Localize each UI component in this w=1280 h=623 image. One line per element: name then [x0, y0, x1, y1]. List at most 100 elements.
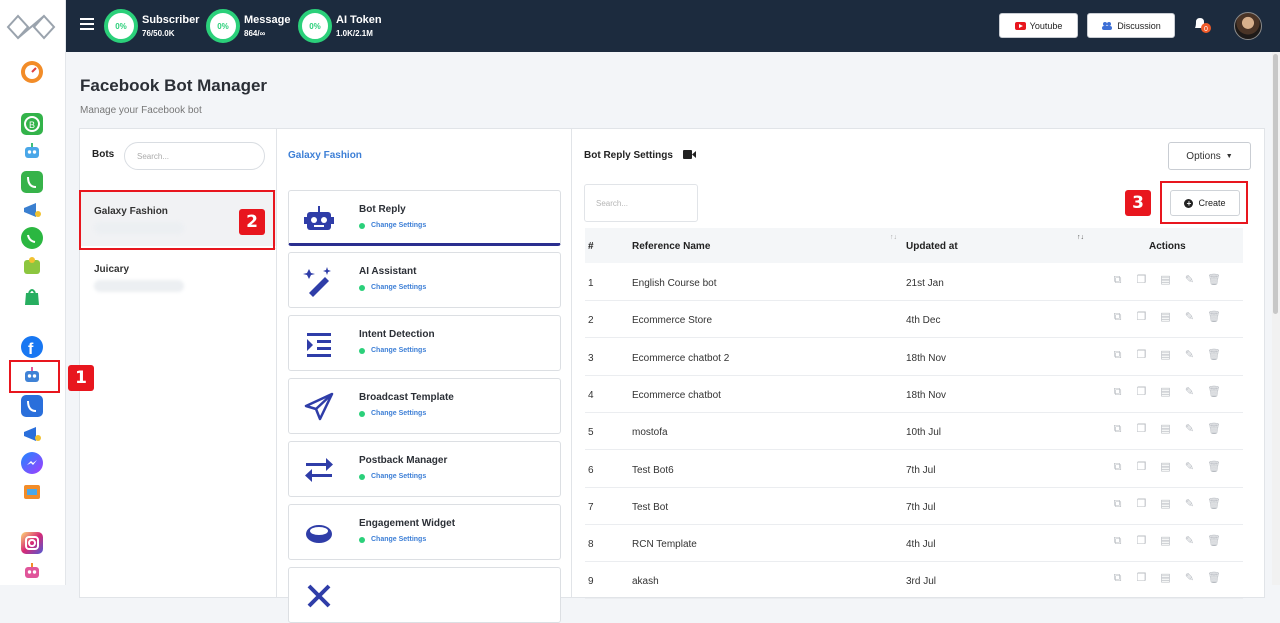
- facebook-broadcast-icon[interactable]: [21, 423, 43, 445]
- notification-bell-icon[interactable]: 0: [1192, 15, 1211, 35]
- edit-icon[interactable]: ✎: [1183, 423, 1196, 436]
- view-icon[interactable]: ⧉: [1111, 423, 1124, 436]
- facebook-icon[interactable]: f: [21, 336, 43, 358]
- change-settings-link[interactable]: Change Settings: [359, 222, 426, 229]
- copy-icon[interactable]: ❐: [1135, 274, 1148, 287]
- edit-icon[interactable]: ✎: [1183, 274, 1196, 287]
- change-settings-link[interactable]: Change Settings: [359, 284, 426, 291]
- edit-icon[interactable]: ✎: [1183, 535, 1196, 548]
- table-search-input[interactable]: Search...: [584, 184, 698, 222]
- whatsapp-business-icon[interactable]: B: [21, 113, 43, 135]
- top-bar: 0% Subscriber 76/50.0K 0% Message 864/∞ …: [66, 0, 1280, 52]
- edit-icon[interactable]: ✎: [1183, 311, 1196, 324]
- row-actions: ⧉ ❐ ▤ ✎ 🗑: [1111, 572, 1221, 585]
- page-title: Facebook Bot Manager: [80, 76, 268, 95]
- delete-icon[interactable]: 🗑: [1207, 311, 1221, 324]
- menu-toggle-icon[interactable]: [80, 18, 94, 30]
- feature-intent-detection[interactable]: Intent Detection Change Settings: [288, 315, 561, 371]
- change-settings-link[interactable]: Change Settings: [359, 347, 426, 354]
- copy-icon[interactable]: ❐: [1135, 535, 1148, 548]
- view-icon[interactable]: ⧉: [1111, 349, 1124, 362]
- youtube-button[interactable]: Youtube: [999, 13, 1078, 38]
- copy-icon[interactable]: ❐: [1135, 311, 1148, 324]
- discussion-button[interactable]: Discussion: [1087, 13, 1175, 38]
- comment-automation-icon[interactable]: [21, 481, 43, 503]
- view-icon[interactable]: ⧉: [1111, 535, 1124, 548]
- megaphone-icon[interactable]: [21, 199, 43, 221]
- view-icon[interactable]: ⧉: [1111, 386, 1124, 399]
- change-settings-link[interactable]: Change Settings: [359, 410, 426, 417]
- delete-icon[interactable]: 🗑: [1207, 386, 1221, 399]
- bot-icon[interactable]: [21, 141, 43, 163]
- table-search-placeholder: Search...: [596, 198, 629, 208]
- edit-icon[interactable]: ✎: [1183, 572, 1196, 585]
- dashboard-gauge-icon[interactable]: [21, 61, 43, 83]
- copy-icon[interactable]: ❐: [1135, 349, 1148, 362]
- feature-ai-assistant[interactable]: AI Assistant Change Settings: [288, 252, 561, 308]
- export-icon[interactable]: ▤: [1159, 349, 1172, 362]
- edit-icon[interactable]: ✎: [1183, 349, 1196, 362]
- view-icon[interactable]: ⧉: [1111, 461, 1124, 474]
- view-icon[interactable]: ⧉: [1111, 274, 1124, 287]
- feature-next[interactable]: [288, 567, 561, 623]
- copy-icon[interactable]: ❐: [1135, 461, 1148, 474]
- copy-icon[interactable]: ❐: [1135, 572, 1148, 585]
- shopping-bag-icon[interactable]: [21, 285, 43, 307]
- puzzle-icon[interactable]: [21, 255, 43, 277]
- export-icon[interactable]: ▤: [1159, 535, 1172, 548]
- messenger-icon[interactable]: [21, 452, 43, 474]
- copy-icon[interactable]: ❐: [1135, 423, 1148, 436]
- bot-item-juicary[interactable]: Juicary: [80, 248, 276, 304]
- feature-postback-manager[interactable]: Postback Manager Change Settings: [288, 441, 561, 497]
- feature-broadcast-template[interactable]: Broadcast Template Change Settings: [288, 378, 561, 434]
- export-icon[interactable]: ▤: [1159, 386, 1172, 399]
- edit-icon[interactable]: ✎: [1183, 386, 1196, 399]
- feature-bot-reply[interactable]: Bot Reply Change Settings: [288, 190, 561, 246]
- app-logo[interactable]: [4, 8, 58, 46]
- row-actions: ⧉ ❐ ▤ ✎ 🗑: [1111, 311, 1221, 324]
- delete-icon[interactable]: 🗑: [1207, 535, 1221, 548]
- options-dropdown[interactable]: Options ▼: [1168, 142, 1251, 170]
- edit-icon[interactable]: ✎: [1183, 498, 1196, 511]
- view-icon[interactable]: ⧉: [1111, 498, 1124, 511]
- view-icon[interactable]: ⧉: [1111, 311, 1124, 324]
- export-icon[interactable]: ▤: [1159, 423, 1172, 436]
- whatsapp-icon[interactable]: [21, 227, 43, 249]
- col-updated-at[interactable]: Updated at: [906, 241, 958, 252]
- instagram-bot-icon[interactable]: [21, 561, 43, 583]
- bots-search-input[interactable]: Search...: [124, 142, 265, 170]
- sort-icon[interactable]: ↑↓: [890, 234, 897, 241]
- message-title: Message: [244, 14, 291, 26]
- delete-icon[interactable]: 🗑: [1207, 461, 1221, 474]
- export-icon[interactable]: ▤: [1159, 461, 1172, 474]
- annotation-badge-1: 1: [68, 365, 94, 391]
- export-icon[interactable]: ▤: [1159, 572, 1172, 585]
- change-settings-link[interactable]: Change Settings: [359, 473, 426, 480]
- delete-icon[interactable]: 🗑: [1207, 498, 1221, 511]
- user-avatar[interactable]: [1234, 12, 1262, 40]
- call-icon[interactable]: [21, 395, 43, 417]
- page-scrollbar[interactable]: [1272, 52, 1280, 585]
- delete-icon[interactable]: 🗑: [1207, 423, 1221, 436]
- view-icon[interactable]: ⧉: [1111, 572, 1124, 585]
- col-reference-name[interactable]: Reference Name: [632, 241, 710, 252]
- delete-icon[interactable]: 🗑: [1207, 349, 1221, 362]
- video-icon[interactable]: [683, 150, 696, 159]
- edit-icon[interactable]: ✎: [1183, 461, 1196, 474]
- sort-icon[interactable]: ↑↓: [1077, 234, 1084, 241]
- phone-book-icon[interactable]: [21, 171, 43, 193]
- export-icon[interactable]: ▤: [1159, 274, 1172, 287]
- change-settings-link[interactable]: Change Settings: [359, 536, 426, 543]
- export-icon[interactable]: ▤: [1159, 311, 1172, 324]
- annotation-box-1: [9, 360, 60, 393]
- copy-icon[interactable]: ❐: [1135, 498, 1148, 511]
- instagram-icon[interactable]: [21, 532, 43, 554]
- copy-icon[interactable]: ❐: [1135, 386, 1148, 399]
- export-icon[interactable]: ▤: [1159, 498, 1172, 511]
- row-reference-name: English Course bot: [632, 278, 717, 289]
- feature-name: AI Assistant: [359, 266, 417, 277]
- delete-icon[interactable]: 🗑: [1207, 572, 1221, 585]
- options-label: Options: [1186, 150, 1221, 162]
- delete-icon[interactable]: 🗑: [1207, 274, 1221, 287]
- feature-engagement-widget[interactable]: Engagement Widget Change Settings: [288, 504, 561, 560]
